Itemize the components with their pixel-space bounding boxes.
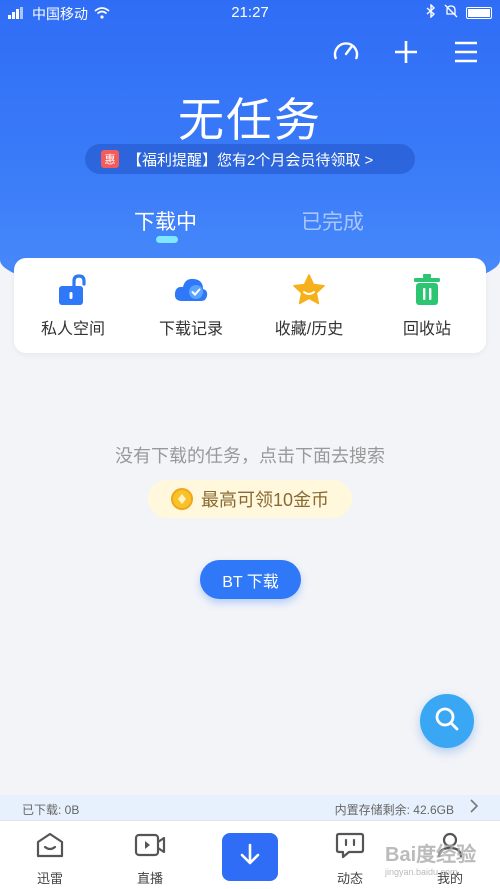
shortcut-label: 回收站 [402,320,451,338]
nav-item-download [200,821,300,889]
shortcut-private-space[interactable]: 私人空间 [18,273,128,339]
gold-coin-icon [170,488,193,510]
tab-downloading[interactable]: 下载中 [134,206,197,236]
tab-indicator [156,236,178,243]
storage-info-bar[interactable]: 已下载: 0B 内置存储剩余: 42.6GB [0,795,500,820]
shortcut-favorites-history[interactable]: 收藏/历史 [254,273,364,339]
shortcut-label: 收藏/历史 [274,320,344,338]
storage-free: 内置存储剩余: 42.6GB [334,803,454,817]
nav-label: 迅雷 [36,871,63,886]
chat-icon [335,831,365,864]
bluetooth-icon [426,3,436,21]
watermark: Bai度经验 jingyan.baidu.com [385,838,476,877]
shortcut-recycle-bin[interactable]: 回收站 [372,273,482,339]
chevron-right-icon [470,799,479,816]
coin-reward-text: 最高可领10金币 [200,490,330,510]
lock-icon [55,273,91,307]
watermark-brand: Bai度经验 [385,844,477,866]
empty-state-message: 没有下载的任务，点击下面去搜索 [115,446,385,466]
promo-banner[interactable]: 惠 【福利提醒】您有2个月会员待领取 > [85,144,415,174]
promo-tag: 惠 [101,150,119,168]
nav-label: 动态 [336,871,363,886]
mute-bell-icon [444,4,458,21]
video-icon [134,831,166,864]
shortcut-card: 私人空间 下载记录 收藏/历史 回收站 [14,258,486,353]
status-time: 21:27 [231,4,269,21]
coin-reward-bubble[interactable]: 最高可领10金币 [148,480,352,518]
bt-download-button[interactable]: BT 下载 [200,560,301,599]
watermark-url: jingyan.baidu.com [385,867,458,877]
trash-icon [409,273,445,307]
shortcut-download-history[interactable]: 下载记录 [136,273,246,339]
shortcut-label: 私人空间 [40,320,105,338]
speedometer-icon[interactable] [330,36,362,68]
tab-completed[interactable]: 已完成 [301,206,364,236]
cloud-check-icon [173,273,209,307]
download-button[interactable] [222,833,278,881]
plus-icon[interactable] [390,36,422,68]
home-icon [35,831,65,864]
page-title: 无任务 [178,94,322,146]
shortcut-label: 下载记录 [158,320,223,338]
status-bar: 中国移动 21:27 [0,0,500,26]
menu-icon[interactable] [450,36,482,68]
search-fab[interactable] [420,694,474,748]
battery-icon [466,6,492,19]
promo-text: 【福利提醒】您有2个月会员待领取 > [127,151,374,169]
status-right [426,3,492,21]
downloaded-size: 已下载: 0B [22,803,80,817]
star-icon [291,273,327,307]
nav-label: 直播 [136,871,163,886]
header-actions [330,36,482,68]
nav-item-live[interactable]: 直播 [100,821,200,889]
download-icon [238,842,262,873]
tab-bar: 下载中 已完成 [0,206,500,246]
nav-item-xunlei[interactable]: 迅雷 [0,821,100,889]
search-icon [434,706,460,737]
